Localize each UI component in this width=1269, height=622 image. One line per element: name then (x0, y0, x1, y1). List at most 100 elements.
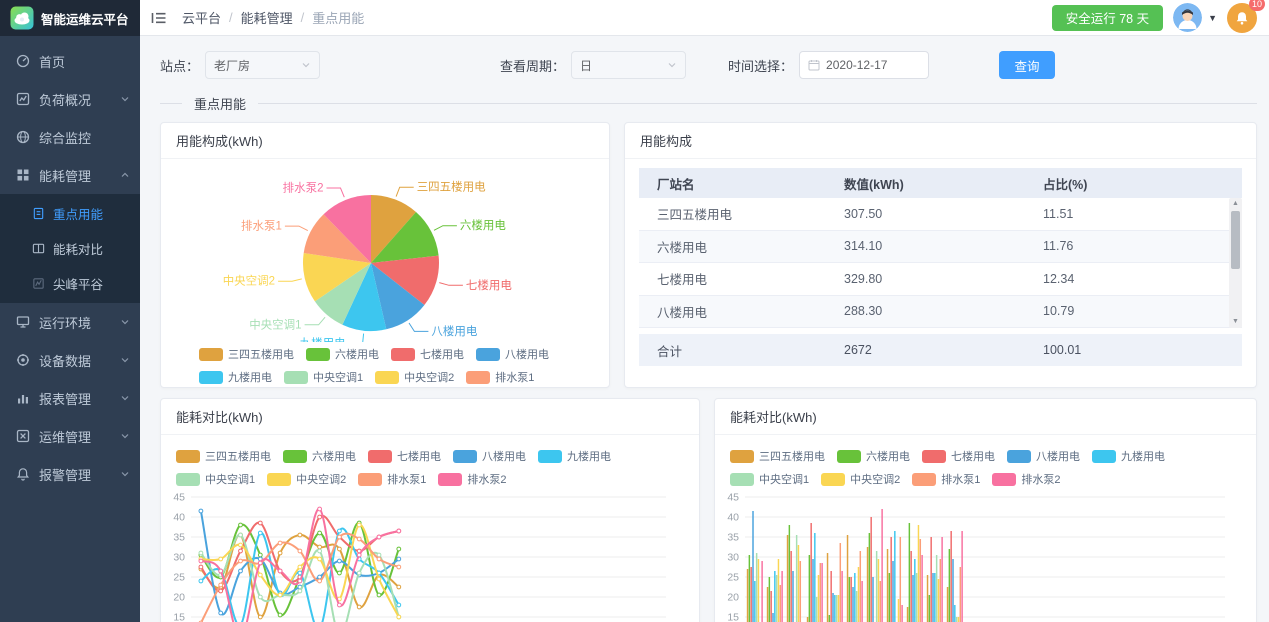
legend-item[interactable]: 七楼用电 (922, 448, 995, 464)
notification-badge: 10 (1249, 0, 1265, 11)
scrollbar-thumb[interactable] (1231, 211, 1240, 269)
legend-item[interactable]: 六楼用电 (283, 448, 356, 464)
legend-item[interactable]: 中央空调2 (821, 471, 900, 487)
table-cell: 11.51 (1043, 207, 1242, 221)
sidebar-item-0[interactable]: 首页 (0, 42, 140, 80)
submenu-item-0[interactable]: 重点用能 (0, 196, 140, 231)
bar-series-4 (754, 581, 755, 622)
sidebar-item-5[interactable]: 设备数据 (0, 341, 140, 379)
sidebar-item-8[interactable]: 报警管理 (0, 455, 140, 493)
bar-chart-card: 能耗对比(kWh) 三四五楼用电六楼用电七楼用电八楼用电九楼用电中央空调1中央空… (714, 398, 1257, 622)
safe-run-button[interactable]: 安全运行 78 天 (1052, 5, 1163, 31)
data-point (377, 593, 381, 597)
data-point (258, 573, 262, 577)
legend-item[interactable]: 七楼用电 (368, 448, 441, 464)
data-point (219, 611, 223, 615)
bar-series-8 (821, 563, 822, 622)
table-cell: 三四五楼用电 (639, 204, 844, 223)
pie-slice-label: 中央空调2 (223, 274, 275, 288)
scroll-up-icon[interactable]: ▲ (1229, 198, 1242, 210)
legend-item[interactable]: 排水泵2 (438, 471, 506, 487)
legend-item[interactable]: 排水泵1 (466, 369, 534, 385)
legend-item[interactable]: 排水泵2 (992, 471, 1060, 487)
legend-item[interactable]: 八楼用电 (1007, 448, 1080, 464)
sidebar-item-label: 报表管理 (39, 389, 120, 408)
legend-item[interactable]: 中央空调2 (375, 369, 454, 385)
legend-label: 中央空调2 (404, 369, 454, 385)
submenu-item-1[interactable]: 能耗对比 (0, 231, 140, 266)
bar-series-6 (758, 559, 759, 622)
data-point (357, 553, 361, 557)
legend-item[interactable]: 九楼用电 (1092, 448, 1165, 464)
legend-item[interactable]: 排水泵1 (358, 471, 426, 487)
bar-series-5 (956, 617, 957, 622)
legend-item[interactable]: 六楼用电 (837, 448, 910, 464)
user-menu-caret-icon[interactable]: ▼ (1208, 13, 1217, 23)
legend-item[interactable]: 三四五楼用电 (176, 448, 271, 464)
avatar[interactable] (1173, 3, 1202, 32)
legend-item[interactable]: 八楼用电 (453, 448, 526, 464)
notification-bell[interactable]: 10 (1227, 3, 1257, 33)
bar-series-2 (830, 571, 831, 622)
sidebar-item-6[interactable]: 报表管理 (0, 379, 140, 417)
bar-series-6 (878, 559, 879, 622)
submenu-item-2[interactable]: 尖峰平谷 (0, 266, 140, 301)
bar-chart[interactable]: 45403530252015105 (715, 489, 1230, 622)
legend-item[interactable]: 中央空调1 (730, 471, 809, 487)
legend-label: 排水泵1 (941, 471, 980, 487)
data-point (239, 549, 243, 553)
sidebar-item-3[interactable]: 能耗管理 (0, 156, 140, 194)
legend-label: 九楼用电 (1121, 448, 1165, 464)
bar-series-5 (816, 597, 817, 622)
bar-series-4 (894, 531, 895, 622)
bar-series-4 (954, 605, 955, 622)
line-chart-legend: 三四五楼用电六楼用电七楼用电 八楼用电九楼用电中央空调1 中央空调2 排水泵1 排水泵2 (161, 435, 699, 489)
data-point (258, 561, 262, 565)
date-picker-input[interactable]: 2020-12-17 (799, 51, 929, 79)
bar-series-6 (898, 599, 899, 622)
pie-slice-label: 排水泵2 (283, 181, 324, 195)
sidebar-item-4[interactable]: 运行环境 (0, 303, 140, 341)
sidebar-item-1[interactable]: 负荷概况 (0, 80, 140, 118)
sidebar-item-2[interactable]: 综合监控 (0, 118, 140, 156)
legend-item[interactable]: 九楼用电 (538, 448, 611, 464)
legend-label: 七楼用电 (951, 448, 995, 464)
legend-swatch (476, 348, 500, 361)
y-axis-tick-label: 20 (727, 592, 739, 604)
breadcrumb: 云平台/能耗管理/重点用能 (182, 8, 364, 27)
data-point (298, 589, 302, 593)
legend-item[interactable]: 三四五楼用电 (199, 346, 294, 362)
legend-item[interactable]: 中央空调2 (267, 471, 346, 487)
pie-chart[interactable]: 三四五楼用电六楼用电七楼用电八楼用电九楼用电中央空调1中央空调2排水泵1排水泵2 (161, 159, 581, 342)
menu-fold-icon[interactable] (150, 9, 168, 27)
legend-item[interactable]: 三四五楼用电 (730, 448, 825, 464)
line-chart[interactable]: 45403530252015105 (161, 489, 673, 622)
table-cell: 329.80 (844, 272, 1043, 286)
station-select[interactable]: 老厂房 (205, 51, 320, 79)
query-button[interactable]: 查询 (999, 51, 1055, 79)
sidebar-item-7[interactable]: 运维管理 (0, 417, 140, 455)
legend-item[interactable]: 七楼用电 (391, 346, 464, 362)
breadcrumb-separator: / (229, 10, 233, 25)
y-axis-tick-label: 25 (727, 572, 739, 584)
bar-series-1 (909, 523, 910, 622)
legend-item[interactable]: 八楼用电 (476, 346, 549, 362)
scroll-down-icon[interactable]: ▼ (1229, 316, 1242, 328)
bar-series-8 (941, 537, 942, 622)
data-point (357, 605, 361, 609)
period-select[interactable]: 日 (571, 51, 686, 79)
legend-item[interactable]: 六楼用电 (306, 346, 379, 362)
legend-item[interactable]: 排水泵1 (912, 471, 980, 487)
chevron-down-icon (120, 393, 130, 403)
legend-item[interactable]: 九楼用电 (199, 369, 272, 385)
bar-series-7 (840, 543, 841, 622)
breadcrumb-item-1[interactable]: 能耗管理 (241, 8, 293, 27)
legend-item[interactable]: 中央空调1 (284, 369, 363, 385)
breadcrumb-item-0[interactable]: 云平台 (182, 8, 221, 27)
legend-label: 八楼用电 (482, 448, 526, 464)
legend-item[interactable]: 中央空调1 (176, 471, 255, 487)
y-axis-tick-label: 15 (727, 612, 739, 622)
data-point (239, 543, 243, 547)
pie-label-line (439, 283, 463, 286)
data-point (239, 523, 243, 527)
